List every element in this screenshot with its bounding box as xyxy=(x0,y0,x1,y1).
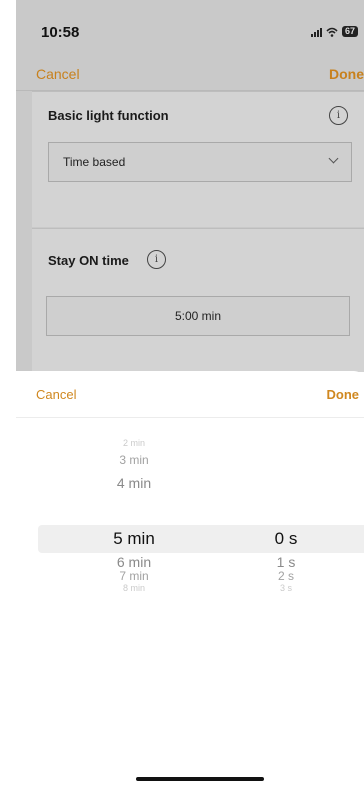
picker-option[interactable]: 3 s xyxy=(246,583,326,593)
light-function-value: Time based xyxy=(63,155,126,169)
left-screen-edge xyxy=(0,0,16,787)
picker-option[interactable]: 8 min xyxy=(76,583,192,593)
light-function-select[interactable]: Time based xyxy=(48,142,352,182)
cancel-button[interactable]: Cancel xyxy=(36,66,80,82)
picker-option[interactable]: 2 min xyxy=(76,438,192,448)
picker-cancel-button[interactable]: Cancel xyxy=(36,387,76,402)
stay-on-card: Stay ON time i 5:00 min xyxy=(32,228,364,372)
done-button[interactable]: Done xyxy=(329,66,364,82)
signal-icon xyxy=(310,27,322,37)
stay-on-time-field[interactable]: 5:00 min xyxy=(46,296,350,336)
battery-icon: 67 xyxy=(341,26,358,37)
picker-option[interactable]: 6 min xyxy=(76,554,192,570)
picker-option[interactable]: 2 s xyxy=(246,569,326,583)
stay-on-title: Stay ON time xyxy=(48,253,129,268)
picker-option[interactable]: 4 min xyxy=(76,475,192,491)
system-icons: 67 xyxy=(310,26,358,37)
info-icon[interactable]: i xyxy=(329,106,348,125)
picker-option[interactable]: 3 min xyxy=(76,453,192,467)
chevron-down-icon xyxy=(328,153,339,164)
picker-done-button[interactable]: Done xyxy=(327,387,360,402)
settings-panel: Basic light function i Time based Stay O… xyxy=(16,91,364,372)
sheet-divider xyxy=(16,417,364,418)
selected-seconds[interactable]: 0 s xyxy=(246,529,326,549)
info-icon[interactable]: i xyxy=(147,250,166,269)
time-picker-sheet: Cancel Done 2 min 3 min 4 min 5 min 6 mi… xyxy=(16,371,364,787)
navigation-bar: Cancel Done xyxy=(16,56,364,91)
status-bar: 10:58 67 xyxy=(16,0,364,56)
home-indicator[interactable] xyxy=(136,777,264,781)
phone-screen: 10:58 67 Cancel Done Basic light functio… xyxy=(16,0,364,787)
status-time: 10:58 xyxy=(41,24,80,41)
picker-option[interactable]: 7 min xyxy=(76,569,192,583)
selected-minutes[interactable]: 5 min xyxy=(76,529,192,549)
basic-light-title: Basic light function xyxy=(48,108,169,123)
picker-option[interactable]: 1 s xyxy=(246,554,326,570)
wifi-icon xyxy=(326,27,338,37)
basic-light-card: Basic light function i Time based xyxy=(32,91,364,227)
